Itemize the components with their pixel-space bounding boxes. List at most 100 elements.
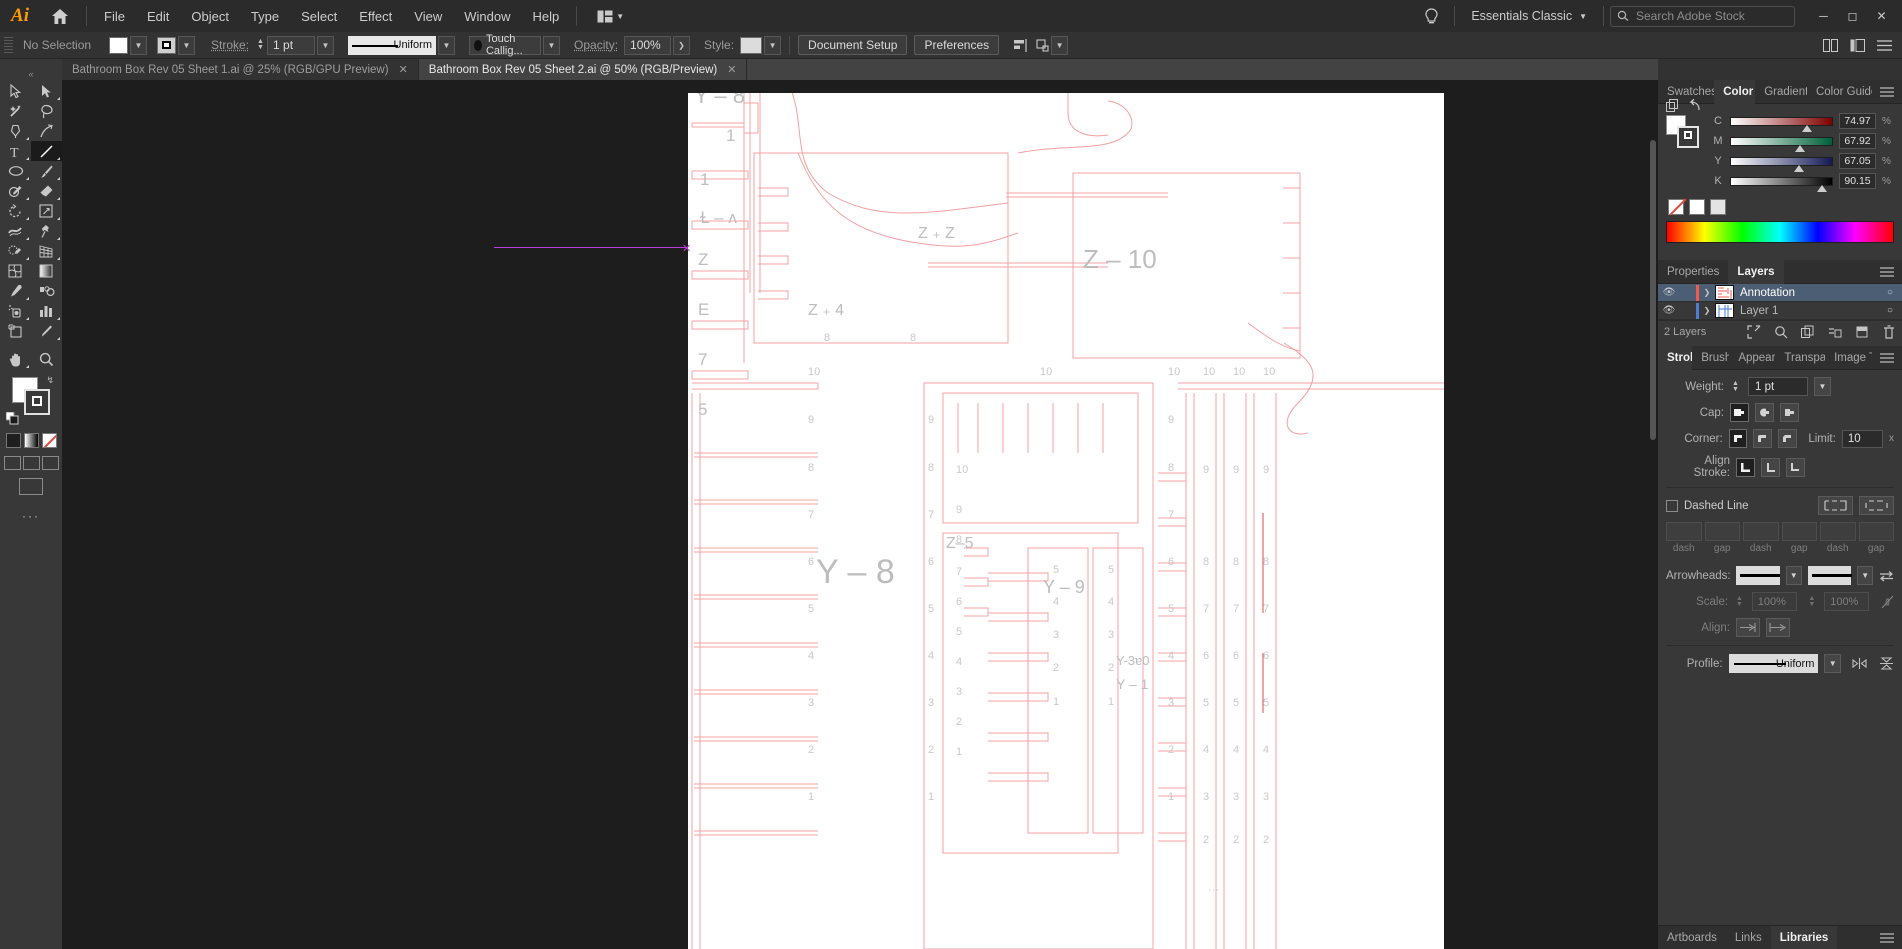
lightbulb-icon[interactable]: [1415, 7, 1448, 25]
canvas-vertical-scrollbar[interactable]: [1648, 80, 1658, 949]
graphic-style-swatch[interactable]: [740, 36, 763, 54]
preserve-exact-dash-icon[interactable]: [1818, 496, 1853, 515]
draw-behind-button[interactable]: [22, 456, 40, 470]
channel-value[interactable]: 67.05: [1839, 153, 1876, 169]
menu-item-object[interactable]: Object: [180, 5, 240, 28]
arrange-documents-button[interactable]: ▼: [591, 7, 630, 26]
direct-selection-tool[interactable]: [31, 81, 62, 101]
stroke-weight-field[interactable]: 1 pt: [1748, 377, 1808, 396]
channel-value[interactable]: 67.92: [1839, 133, 1876, 149]
mesh-tool[interactable]: [0, 261, 31, 281]
ellipse-tool[interactable]: [0, 161, 31, 181]
eye-icon[interactable]: 👁: [1658, 287, 1680, 298]
copy-color-icon[interactable]: [1666, 99, 1679, 112]
blend-tool[interactable]: [31, 281, 62, 301]
target-circle-icon[interactable]: ○: [1878, 305, 1902, 316]
none-color-swatch[interactable]: [1668, 199, 1684, 215]
color-spectrum-ramp[interactable]: [1666, 221, 1894, 243]
swap-arrowheads-icon[interactable]: [1879, 570, 1894, 582]
color-mode-button[interactable]: [5, 433, 21, 448]
dash-input-5[interactable]: [1858, 522, 1894, 541]
panel-menu-icon[interactable]: [1877, 39, 1892, 51]
arrowhead-end-dropdown[interactable]: ▼: [1857, 566, 1873, 585]
draw-normal-button[interactable]: [3, 456, 21, 470]
miter-limit-field[interactable]: 10: [1841, 429, 1884, 448]
tab-properties[interactable]: Properties: [1658, 260, 1728, 284]
document-setup-button[interactable]: Document Setup: [798, 35, 908, 55]
width-tool[interactable]: [0, 221, 31, 241]
zoom-tool[interactable]: [31, 349, 62, 369]
round-join-icon[interactable]: [1753, 429, 1772, 448]
free-transform-tool[interactable]: [31, 221, 62, 241]
miter-join-icon[interactable]: [1728, 429, 1748, 448]
tab-links[interactable]: Links: [1726, 926, 1771, 949]
tab-transparency[interactable]: Transparency: [1775, 346, 1825, 370]
type-tool[interactable]: T: [0, 141, 31, 161]
control-bar-grip[interactable]: [4, 36, 13, 54]
menu-item-view[interactable]: View: [403, 5, 453, 28]
round-cap-icon[interactable]: [1755, 403, 1774, 422]
close-button[interactable]: ✕: [1867, 4, 1896, 28]
lasso-tool[interactable]: [31, 101, 62, 121]
document-tab-2[interactable]: Bathroom Box Rev 05 Sheet 2.ai @ 50% (RG…: [418, 59, 748, 80]
arrowhead-start-field[interactable]: [1736, 566, 1780, 585]
curvature-tool[interactable]: [31, 121, 62, 141]
home-icon[interactable]: [40, 0, 80, 32]
flip-along-icon[interactable]: [1879, 657, 1894, 670]
channel-track[interactable]: [1730, 116, 1833, 132]
delete-layer-icon[interactable]: [1882, 324, 1896, 339]
eyedropper-tool[interactable]: [0, 281, 31, 301]
panel-menu-icon[interactable]: [1872, 352, 1902, 363]
column-graph-tool[interactable]: [31, 301, 62, 321]
menu-item-effect[interactable]: Effect: [348, 5, 403, 28]
selection-tool[interactable]: [0, 81, 31, 101]
bevel-join-icon[interactable]: [1777, 429, 1797, 448]
flip-across-icon[interactable]: [1852, 657, 1867, 670]
white-color-swatch[interactable]: [1689, 199, 1705, 215]
shaper-tool[interactable]: [0, 181, 31, 201]
tab-gradient[interactable]: Gradient: [1755, 80, 1807, 104]
slice-tool[interactable]: [31, 321, 62, 341]
create-new-sublayer-icon[interactable]: [1828, 325, 1842, 339]
preferences-button[interactable]: Preferences: [914, 35, 1000, 55]
tab-artboards[interactable]: Artboards: [1658, 926, 1726, 949]
style-dropdown[interactable]: ▼: [764, 35, 782, 55]
menu-item-select[interactable]: Select: [290, 5, 348, 28]
tab-brushes[interactable]: Brushes: [1692, 346, 1729, 370]
menu-item-window[interactable]: Window: [453, 5, 521, 28]
line-segment-tool[interactable]: [31, 141, 62, 161]
transform-panel-button[interactable]: [1036, 38, 1049, 52]
gradient-tool[interactable]: [31, 261, 62, 281]
tab-stroke[interactable]: Stroke: [1658, 345, 1693, 370]
close-icon[interactable]: ✕: [399, 63, 408, 76]
channel-track[interactable]: [1730, 156, 1833, 172]
arrange-documents-icon-2[interactable]: [1850, 38, 1865, 52]
fill-color-swatch[interactable]: [109, 36, 128, 54]
arrowhead-start-dropdown[interactable]: ▼: [1785, 566, 1802, 585]
scale-tool[interactable]: [31, 201, 62, 221]
align-inside-icon[interactable]: [1761, 457, 1780, 477]
menu-item-help[interactable]: Help: [521, 5, 570, 28]
chevron-right-icon[interactable]: ❯: [1699, 306, 1715, 315]
tab-libraries[interactable]: Libraries: [1770, 925, 1838, 949]
dash-input-3[interactable]: [1781, 522, 1817, 541]
channel-track[interactable]: [1730, 136, 1833, 152]
layer-row-annotation[interactable]: 👁 ❯ Annotation ○: [1658, 284, 1902, 302]
dash-input-2[interactable]: [1743, 522, 1779, 541]
magic-wand-tool[interactable]: [0, 101, 31, 121]
tab-layers[interactable]: Layers: [1728, 259, 1784, 284]
dash-input-0[interactable]: [1666, 522, 1702, 541]
close-icon[interactable]: ✕: [727, 63, 736, 76]
rotate-tool[interactable]: [0, 201, 31, 221]
brush-definition[interactable]: Touch Callig...: [469, 33, 542, 57]
stroke-weight-input[interactable]: 1 pt: [267, 35, 316, 55]
perspective-grid-tool[interactable]: [31, 241, 62, 261]
canvas-area[interactable]: Y – 8 1 1 Ɫ – ʌ Z E 7 5 Z ₊ Z Z ₊ 4 Y – …: [62, 80, 1658, 949]
tab-color[interactable]: Color: [1714, 79, 1756, 104]
transform-dropdown[interactable]: ▼: [1051, 35, 1069, 55]
maximize-button[interactable]: ◻: [1838, 4, 1867, 28]
gradient-mode-button[interactable]: [23, 433, 39, 448]
channel-value[interactable]: 74.97: [1839, 113, 1876, 129]
hand-tool[interactable]: [0, 349, 31, 369]
width-profile-field[interactable]: Uniform: [1728, 654, 1819, 673]
